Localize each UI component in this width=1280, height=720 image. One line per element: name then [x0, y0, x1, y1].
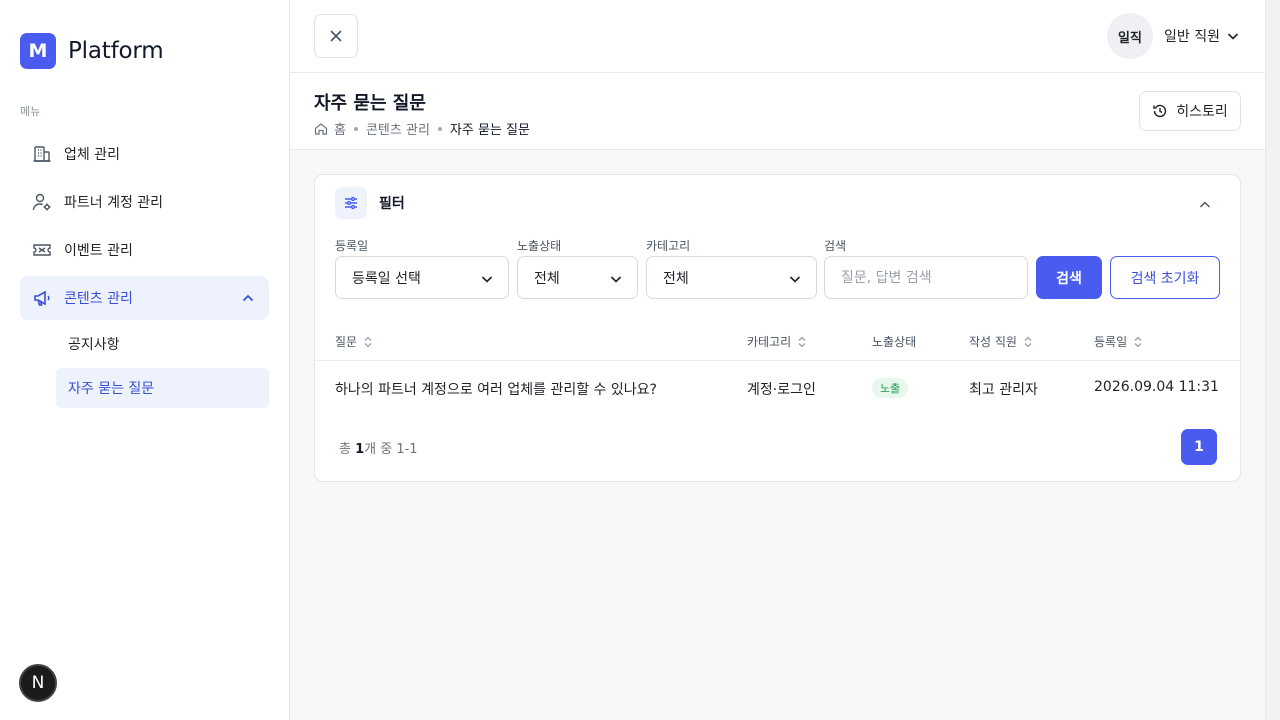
status-filter-label: 노출상태 — [517, 239, 562, 253]
brand[interactable]: M Platform — [20, 33, 164, 69]
scrollbar[interactable] — [1265, 0, 1280, 720]
sidebar-item-content[interactable]: 콘텐츠 관리 — [20, 276, 269, 320]
total-suffix: 개 중 1-1 — [364, 442, 418, 457]
user-role-label: 일반 직원 — [1164, 29, 1220, 45]
column-header-author[interactable]: 작성 직원 — [969, 333, 1033, 350]
search-input[interactable] — [824, 256, 1028, 299]
column-header-label: 작성 직원 — [969, 335, 1017, 349]
sort-icon — [1024, 336, 1032, 347]
sort-icon — [798, 336, 806, 347]
column-header-question[interactable]: 질문 — [335, 333, 373, 350]
user-gear-icon — [32, 192, 52, 212]
dev-tools-badge[interactable]: N — [19, 664, 57, 702]
sidebar: M Platform 메뉴 업체 관리 파트너 계정 관리 이벤트 관리 콘텐츠… — [0, 0, 290, 720]
table-header: 질문 카테고리 노출상태 작성 직원 등록일 — [315, 321, 1240, 361]
page-header: 자주 묻는 질문 홈 콘텐츠 관리 자주 묻는 질문 히스토리 — [290, 73, 1265, 150]
brand-name: Platform — [68, 38, 164, 64]
close-icon — [330, 30, 342, 42]
search-button[interactable]: 검색 — [1036, 256, 1102, 299]
column-header-category[interactable]: 카테고리 — [747, 333, 807, 350]
sort-icon — [364, 336, 372, 347]
history-button[interactable]: 히스토리 — [1139, 91, 1241, 131]
chevron-down-icon — [789, 276, 801, 283]
ticket-icon — [32, 240, 52, 260]
page-title: 자주 묻는 질문 — [314, 93, 426, 114]
sidebar-item-partner-accounts[interactable]: 파트너 계정 관리 — [20, 180, 269, 224]
category-filter-select[interactable]: 전체 — [646, 256, 817, 299]
sidebar-item-label: 파트너 계정 관리 — [64, 195, 164, 211]
column-header-date[interactable]: 등록일 — [1094, 333, 1143, 350]
column-header-label: 노출상태 — [872, 335, 917, 349]
breadcrumb: 홈 콘텐츠 관리 자주 묻는 질문 — [314, 119, 530, 138]
column-header-label: 질문 — [335, 335, 358, 349]
sidebar-item-events[interactable]: 이벤트 관리 — [20, 228, 269, 272]
avatar[interactable]: 일직 — [1107, 13, 1153, 59]
cell-author: 최고 관리자 — [969, 382, 1038, 398]
faq-card: 필터 등록일 등록일 선택 노출상태 전체 카테고리 전체 검색 검색 검색 초… — [314, 174, 1241, 482]
date-filter-value: 등록일 선택 — [352, 270, 421, 287]
total-count: 총 1개 중 1-1 — [339, 438, 418, 457]
breadcrumb-home[interactable]: 홈 — [334, 119, 346, 138]
search-filter-label: 검색 — [824, 239, 847, 253]
filter-header: 필터 — [335, 187, 405, 219]
cell-category: 계정·로그인 — [747, 382, 816, 398]
building-icon — [32, 144, 52, 164]
breadcrumb-separator — [437, 126, 442, 131]
topbar: 일직 일반 직원 — [290, 0, 1265, 73]
column-header-label: 등록일 — [1094, 335, 1128, 349]
collapse-filter-button[interactable] — [1195, 195, 1215, 215]
sidebar-nav: 업체 관리 파트너 계정 관리 이벤트 관리 콘텐츠 관리 공지사항 자주 묻는… — [20, 132, 269, 412]
history-icon — [1153, 104, 1167, 118]
category-filter-label: 카테고리 — [646, 239, 691, 253]
menu-title: 메뉴 — [20, 105, 41, 118]
sliders-icon — [335, 187, 367, 219]
home-icon[interactable] — [314, 122, 328, 136]
chevron-down-icon — [1227, 33, 1239, 40]
brand-logo: M — [20, 33, 56, 69]
close-button[interactable] — [314, 14, 358, 58]
reset-search-button[interactable]: 검색 초기화 — [1110, 256, 1220, 299]
history-label: 히스토리 — [1176, 104, 1228, 120]
category-filter-value: 전체 — [663, 270, 689, 287]
sidebar-item-label: 콘텐츠 관리 — [64, 291, 133, 307]
sidebar-submenu: 공지사항 자주 묻는 질문 — [56, 324, 269, 408]
chevron-up-icon — [241, 291, 255, 305]
chevron-down-icon — [610, 276, 622, 283]
breadcrumb-content[interactable]: 콘텐츠 관리 — [366, 119, 430, 138]
status-badge: 노출 — [872, 378, 909, 398]
user-menu[interactable]: 일반 직원 — [1164, 26, 1240, 46]
sidebar-item-label: 업체 관리 — [64, 147, 120, 163]
chevron-down-icon — [481, 276, 493, 283]
cell-date: 2026.09.04 11:31 — [1094, 379, 1219, 395]
column-header-label: 카테고리 — [747, 335, 792, 349]
total-prefix: 총 — [339, 442, 356, 457]
megaphone-icon — [32, 288, 52, 308]
sidebar-subitem-notice[interactable]: 공지사항 — [56, 324, 269, 364]
date-filter-label: 등록일 — [335, 239, 369, 253]
date-filter-select[interactable]: 등록일 선택 — [335, 256, 509, 299]
table-row[interactable]: 하나의 파트너 계정으로 여러 업체를 관리할 수 있나요? 계정·로그인 노출… — [315, 361, 1240, 415]
chevron-up-icon — [1199, 201, 1211, 208]
status-filter-select[interactable]: 전체 — [517, 256, 638, 299]
breadcrumb-separator — [353, 126, 358, 131]
sidebar-item-label: 이벤트 관리 — [64, 243, 133, 259]
breadcrumb-current: 자주 묻는 질문 — [449, 123, 530, 138]
pagination-page-1[interactable]: 1 — [1181, 429, 1217, 465]
sort-icon — [1134, 336, 1142, 347]
cell-question[interactable]: 하나의 파트너 계정으로 여러 업체를 관리할 수 있나요? — [335, 379, 657, 399]
filter-title: 필터 — [379, 196, 405, 212]
status-filter-value: 전체 — [534, 270, 560, 287]
sidebar-item-companies[interactable]: 업체 관리 — [20, 132, 269, 176]
sidebar-subitem-faq[interactable]: 자주 묻는 질문 — [56, 368, 269, 408]
column-header-status: 노출상태 — [872, 333, 916, 350]
total-number: 1 — [355, 442, 365, 457]
